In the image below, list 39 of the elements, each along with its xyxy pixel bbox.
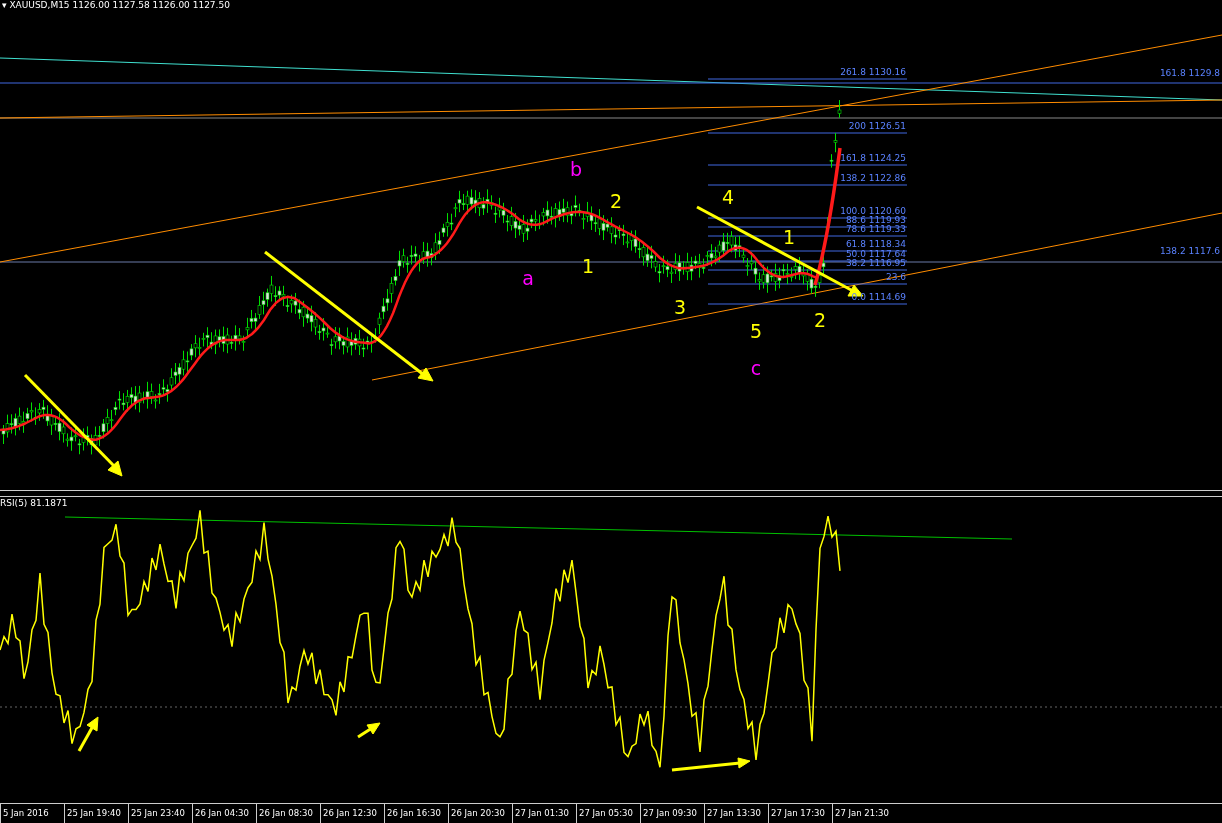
time-axis-label: 26 Jan 16:30 [384, 804, 448, 823]
wave-label: 3 [673, 296, 687, 318]
time-axis-label: 27 Jan 13:30 [704, 804, 768, 823]
time-axis-label: 27 Jan 21:30 [832, 804, 896, 823]
wave-label: 5 [749, 320, 763, 342]
wave-label: a [522, 267, 534, 289]
fibonacci-level-label: 100.0 1120.60 [840, 206, 906, 216]
fibonacci-level-label: 78.6 1119.33 [845, 224, 906, 234]
time-axis-label: 26 Jan 12:30 [320, 804, 384, 823]
wave-label: b [569, 158, 583, 180]
time-axis-label: 27 Jan 05:30 [576, 804, 640, 823]
wave-label: 4 [721, 186, 735, 208]
indicator-label: RSI(5) 81.1871 [0, 498, 68, 508]
fibonacci-level-label: 161.8 1129.8 [1159, 68, 1220, 78]
wave-label: 2 [609, 190, 623, 212]
time-axis-label: 27 Jan 01:30 [512, 804, 576, 823]
wave-label: c [750, 357, 762, 379]
fibonacci-level-label: 138.2 1117.6 [1159, 246, 1220, 256]
fibonacci-level-label: 88.6 1119.93 [845, 215, 906, 225]
wave-label: 2 [813, 309, 827, 331]
time-axis-label: 26 Jan 08:30 [256, 804, 320, 823]
time-axis-label: 27 Jan 17:30 [768, 804, 832, 823]
arrow [77, 716, 99, 752]
chart-title: ▾ XAUUSD,M15 1126.00 1127.58 1126.00 1127.50 [2, 0, 230, 10]
time-axis-label: 26 Jan 04:30 [192, 804, 256, 823]
wave-label: 1 [581, 255, 595, 277]
fibonacci-level-label: 50.0 1117.64 [845, 249, 906, 259]
time-axis-label: 25 Jan 19:40 [64, 804, 128, 823]
fibonacci-level-label: 200 1126.51 [848, 121, 906, 131]
wave-label: 1 [782, 226, 796, 248]
time-axis-label: 27 Jan 09:30 [640, 804, 704, 823]
time-axis-label: 26 Jan 20:30 [448, 804, 512, 823]
arrow [357, 722, 381, 739]
fibonacci-level-label: 261.8 1130.16 [840, 67, 906, 77]
time-axis-label: 25 Jan 23:40 [128, 804, 192, 823]
fibonacci-level-label: 138.2 1122.86 [840, 173, 906, 183]
fibonacci-level-label: 161.8 1124.25 [840, 153, 906, 163]
time-axis-label: 5 Jan 2016 [0, 804, 64, 823]
fibonacci-level-label: 61.8 1118.34 [845, 239, 906, 249]
